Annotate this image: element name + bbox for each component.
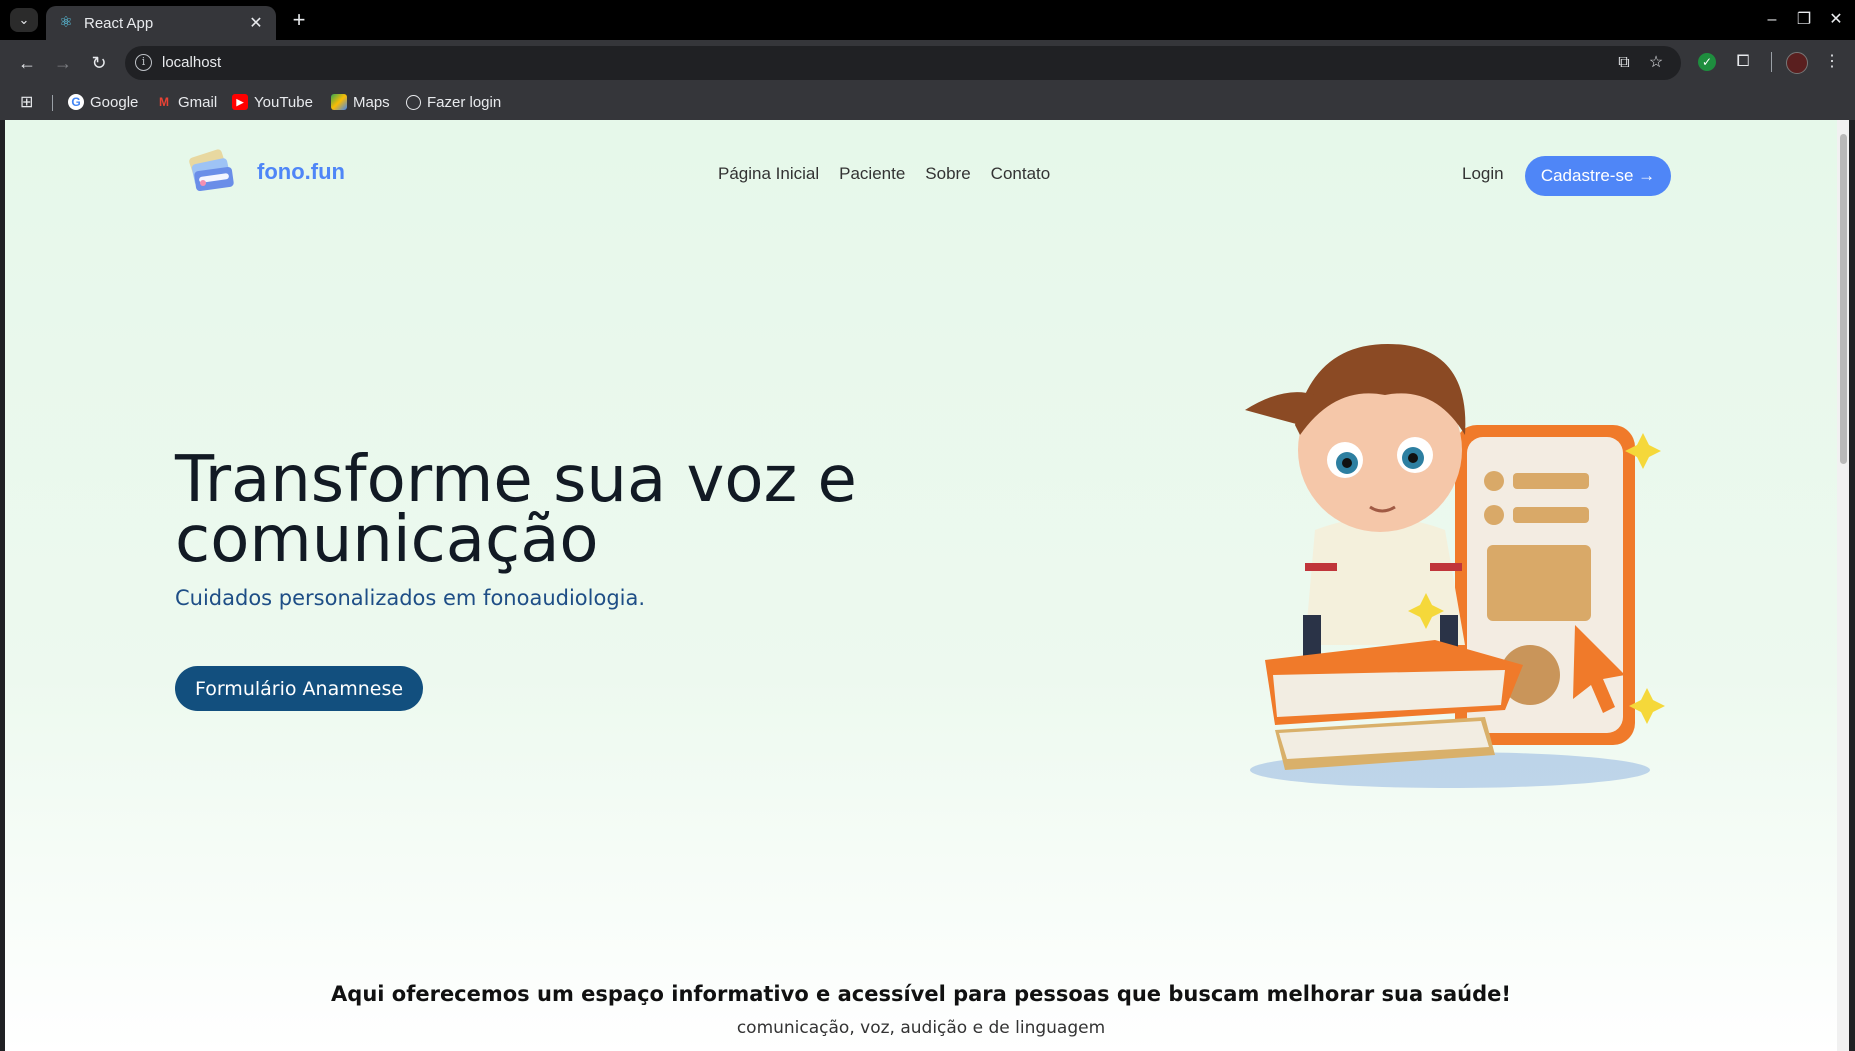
profile-avatar[interactable] xyxy=(1786,52,1808,74)
maps-icon xyxy=(331,94,347,110)
bookmarks-bar: ⊞ G Google M Gmail ▶ YouTube Maps Fazer … xyxy=(0,85,1855,120)
anamnese-form-button[interactable]: Formulário Anamnese xyxy=(175,666,423,711)
youtube-icon: ▶ xyxy=(232,94,248,110)
bookmark-google[interactable]: G Google xyxy=(68,92,138,112)
bookmark-youtube[interactable]: ▶ YouTube xyxy=(232,92,313,112)
apps-grid-icon[interactable]: ⊞ xyxy=(20,92,33,112)
close-window-button[interactable]: ✕ xyxy=(1820,6,1852,34)
toolbar-divider xyxy=(1771,52,1772,72)
tab-strip: ⌄ ⚛ React App ✕ + – ❐ ✕ xyxy=(0,0,1855,40)
tab-search-button[interactable]: ⌄ xyxy=(10,8,38,32)
bookmark-label: Maps xyxy=(353,93,390,111)
extensions-puzzle-icon[interactable]: ⧠ xyxy=(1731,50,1755,74)
new-tab-button[interactable]: + xyxy=(287,8,311,32)
bookmark-label: Google xyxy=(90,93,139,111)
bookmark-maps[interactable]: Maps xyxy=(331,92,390,112)
tab-title: React App xyxy=(84,14,154,32)
hero-illustration xyxy=(1205,315,1665,795)
logo-text: fono.fun xyxy=(257,159,345,184)
bookmark-label: YouTube xyxy=(254,93,313,111)
forward-icon[interactable]: → xyxy=(48,48,78,78)
globe-icon xyxy=(406,94,421,110)
info-heading: Aqui oferecemos um espaço informativo e … xyxy=(331,982,1511,1006)
bookmark-fazer-login[interactable]: Fazer login xyxy=(406,92,501,112)
bookmark-label: Gmail xyxy=(178,93,218,111)
react-icon: ⚛ xyxy=(59,14,73,31)
close-tab-icon[interactable]: ✕ xyxy=(244,13,268,33)
site-header: fono.fun Página Inicial Paciente Sobre C… xyxy=(5,120,1837,230)
url-text: localhost xyxy=(162,54,222,71)
reload-icon[interactable]: ↻ xyxy=(84,48,114,78)
scrollbar-thumb[interactable] xyxy=(1840,134,1847,464)
bookmarks-divider xyxy=(52,95,53,111)
login-link[interactable]: Login xyxy=(1462,164,1504,184)
address-bar[interactable]: i localhost ⧉ ☆ xyxy=(125,46,1681,80)
hero-title: Transforme sua voz e comunicação xyxy=(175,443,857,577)
install-app-icon[interactable]: ⧉ xyxy=(1613,52,1635,74)
extension-check-icon[interactable]: ✓ xyxy=(1698,53,1716,71)
active-tab[interactable]: ⚛ React App ✕ xyxy=(46,6,276,40)
minimize-button[interactable]: – xyxy=(1756,6,1788,34)
nav-link-paciente[interactable]: Paciente xyxy=(839,164,905,184)
books-logo-icon xyxy=(185,145,239,199)
gmail-icon: M xyxy=(159,95,169,109)
signup-button[interactable]: Cadastre-se → xyxy=(1525,156,1671,196)
nav-link-sobre[interactable]: Sobre xyxy=(925,164,970,184)
back-icon[interactable]: ← xyxy=(12,48,42,78)
info-subheading: comunicação, voz, audição e de linguagem xyxy=(736,1018,1106,1038)
bookmark-gmail[interactable]: M Gmail xyxy=(156,92,217,112)
main-nav: Página Inicial Paciente Sobre Contato xyxy=(718,164,1050,184)
hero-subtitle: Cuidados personalizados em fonoaudiologi… xyxy=(175,586,646,610)
nav-link-home[interactable]: Página Inicial xyxy=(718,164,819,184)
bookmark-star-icon[interactable]: ☆ xyxy=(1645,52,1667,74)
bookmark-label: Fazer login xyxy=(427,93,502,111)
site-info-icon[interactable]: i xyxy=(135,54,152,71)
chevron-down-icon: ⌄ xyxy=(18,12,30,27)
page-scrollbar[interactable] xyxy=(1837,120,1849,1051)
more-menu-icon[interactable]: ⋮ xyxy=(1820,50,1844,74)
nav-link-contato[interactable]: Contato xyxy=(991,164,1051,184)
google-icon: G xyxy=(68,94,84,110)
site-logo[interactable]: fono.fun xyxy=(185,145,345,199)
restore-button[interactable]: ❐ xyxy=(1788,6,1820,34)
page-viewport: fono.fun Página Inicial Paciente Sobre C… xyxy=(5,120,1849,1051)
browser-toolbar: ← → ↻ i localhost ⧉ ☆ ✓ ⧠ ⋮ xyxy=(0,40,1855,85)
